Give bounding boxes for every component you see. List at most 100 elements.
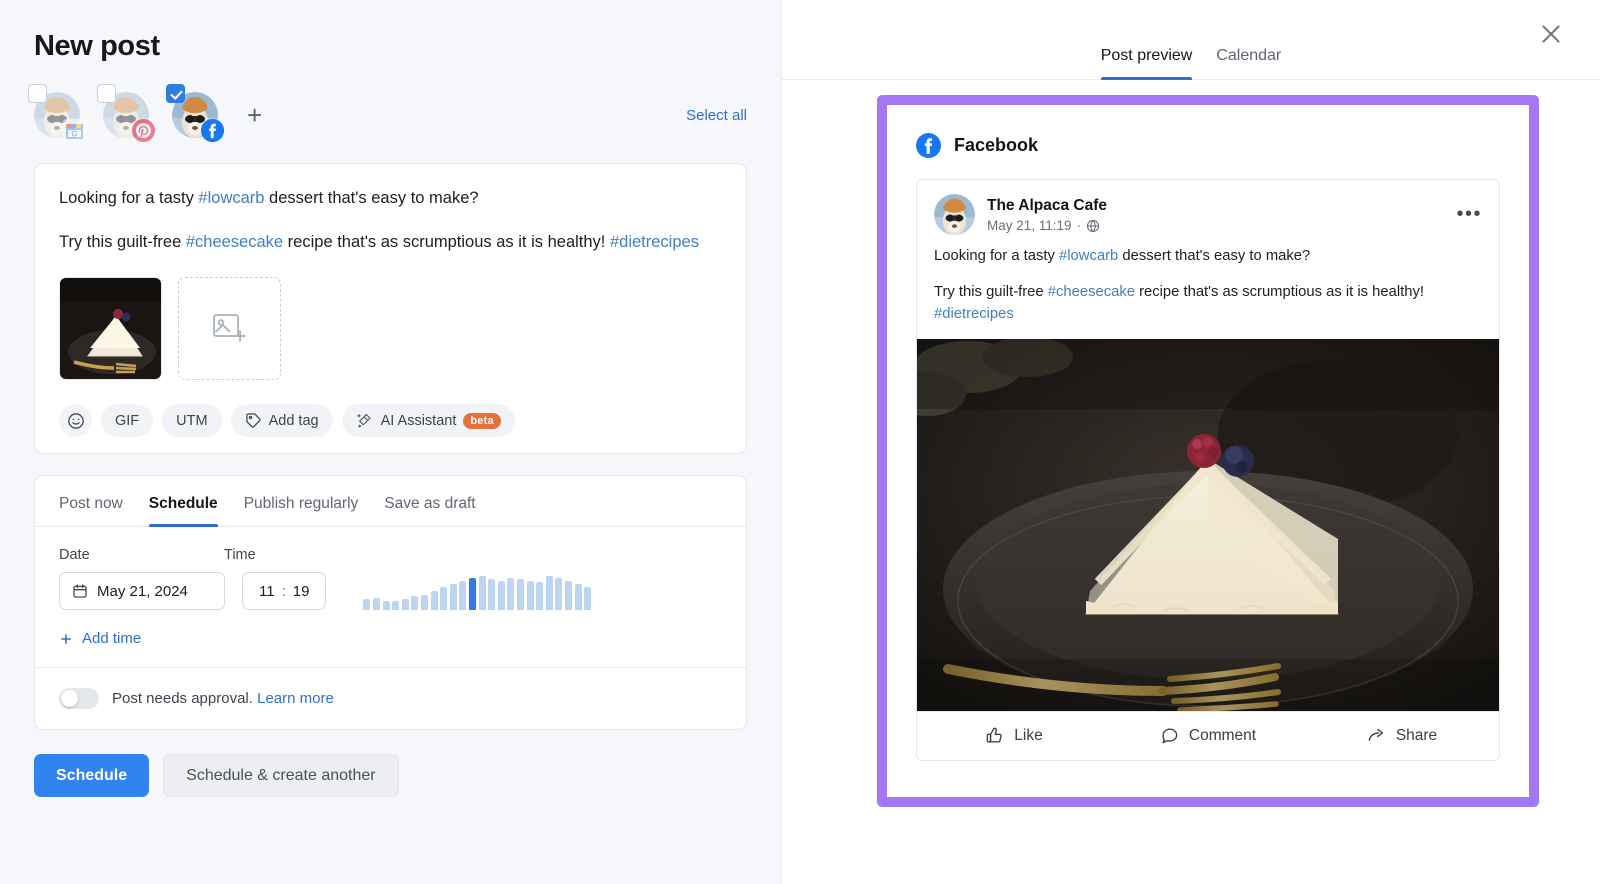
learn-more-link[interactable]: Learn more: [257, 690, 334, 707]
sparkline-bar[interactable]: [411, 596, 418, 610]
tab-post-preview[interactable]: Post preview: [1101, 47, 1193, 79]
profile-item-pinterest[interactable]: [103, 92, 149, 138]
date-input[interactable]: May 21, 2024: [59, 572, 225, 610]
sparkline-bar[interactable]: [421, 595, 428, 610]
composer-panel: New post: [0, 0, 782, 884]
blueberry-garnish: [1222, 445, 1254, 477]
comment-bubble-icon: [1160, 726, 1179, 745]
author-name: The Alpaca Cafe: [987, 196, 1107, 216]
sparkline-bar[interactable]: [431, 591, 438, 610]
text-segment: Looking for a tasty: [59, 189, 198, 207]
sparkline-bar[interactable]: [479, 576, 486, 610]
sparkline-bar[interactable]: [498, 581, 505, 610]
share-label: Share: [1396, 727, 1437, 745]
add-media-button[interactable]: [178, 277, 281, 380]
share-button[interactable]: Share: [1305, 712, 1499, 760]
schedule-create-another-button[interactable]: Schedule & create another: [163, 754, 398, 797]
media-row: [59, 277, 722, 380]
ai-assistant-label: AI Assistant: [381, 413, 457, 429]
tab-save-as-draft[interactable]: Save as draft: [384, 476, 475, 526]
author-avatar: [934, 194, 975, 235]
sparkline-bar[interactable]: [584, 587, 591, 610]
text-segment: dessert that's easy to make?: [264, 189, 478, 207]
tab-post-now[interactable]: Post now: [59, 476, 123, 526]
time-hour[interactable]: 11: [259, 583, 275, 600]
sparkline-bar[interactable]: [565, 581, 572, 610]
media-thumbnail[interactable]: [59, 277, 162, 380]
preview-highlight-frame: Facebook: [877, 95, 1539, 807]
thumbs-up-icon: [985, 726, 1004, 745]
profile-item-facebook[interactable]: [172, 92, 218, 138]
add-time-button[interactable]: Add time: [59, 630, 141, 647]
pinterest-badge: [132, 119, 155, 142]
beta-badge: beta: [463, 413, 500, 429]
utm-button[interactable]: UTM: [162, 404, 221, 437]
sparkline-bar[interactable]: [527, 581, 534, 610]
sparkline-bar[interactable]: [373, 598, 380, 610]
schedule-button[interactable]: Schedule: [34, 754, 149, 797]
post-text-line-2: Try this guilt-free #cheesecake recipe t…: [59, 230, 722, 256]
date-value: May 21, 2024: [97, 583, 188, 600]
schedule-card: Post now Schedule Publish regularly Save…: [34, 475, 747, 730]
tab-publish-regularly[interactable]: Publish regularly: [244, 476, 359, 526]
time-minute[interactable]: 19: [293, 583, 310, 600]
close-button[interactable]: [1538, 21, 1564, 47]
date-label: Date: [59, 547, 224, 563]
best-time-sparkline-chart[interactable]: [363, 572, 591, 610]
time-separator: :: [282, 583, 286, 600]
post-timestamp-row: May 21, 11:19 ·: [987, 218, 1107, 233]
raspberry-garnish: [1187, 434, 1221, 468]
sparkline-bar[interactable]: [536, 582, 543, 610]
add-profile-button[interactable]: +: [247, 102, 262, 128]
profile-checkbox[interactable]: [28, 84, 47, 103]
gif-button[interactable]: GIF: [101, 404, 153, 437]
approval-label: Post needs approval.: [112, 690, 253, 707]
facebook-post-card: The Alpaca Cafe May 21, 11:19 · •••: [916, 179, 1500, 761]
sparkline-bar[interactable]: [507, 578, 514, 610]
sparkline-bar[interactable]: [383, 601, 390, 610]
sparkline-bar[interactable]: [555, 578, 562, 610]
emoji-button[interactable]: [59, 404, 92, 437]
comment-label: Comment: [1189, 727, 1256, 745]
sparkline-bar[interactable]: [363, 599, 370, 610]
magic-wand-icon: [356, 412, 374, 430]
sparkline-bar[interactable]: [469, 578, 476, 610]
like-button[interactable]: Like: [917, 712, 1111, 760]
sparkline-bar[interactable]: [459, 581, 466, 610]
tab-schedule[interactable]: Schedule: [149, 476, 218, 526]
post-menu-button[interactable]: •••: [1456, 203, 1482, 226]
comment-button[interactable]: Comment: [1111, 712, 1305, 760]
preview-line-1: Looking for a tasty #lowcarb dessert tha…: [934, 245, 1482, 267]
ai-assistant-button[interactable]: AI Assistant beta: [342, 404, 515, 437]
hashtag-cheesecake: #cheesecake: [186, 233, 283, 251]
sparkline-bar[interactable]: [402, 599, 409, 610]
add-time-label: Add time: [82, 630, 141, 647]
gif-label: GIF: [115, 413, 139, 429]
profile-checkbox[interactable]: [166, 84, 185, 103]
sparkline-bar[interactable]: [517, 579, 524, 610]
timestamp-separator: ·: [1077, 218, 1082, 233]
tab-calendar[interactable]: Calendar: [1216, 47, 1281, 79]
hashtag-dietrecipes: #dietrecipes: [610, 233, 699, 251]
sparkline-bar[interactable]: [392, 601, 399, 610]
profile-item-google-business[interactable]: G: [34, 92, 80, 138]
post-image: [917, 339, 1499, 711]
hashtag-dietrecipes: #dietrecipes: [934, 306, 1014, 322]
plus-icon: [59, 632, 73, 646]
sparkline-bar[interactable]: [575, 584, 582, 610]
composer-card: Looking for a tasty #lowcarb dessert tha…: [34, 163, 747, 454]
sparkline-bar[interactable]: [450, 584, 457, 610]
sparkline-bar[interactable]: [546, 576, 553, 610]
author-meta: The Alpaca Cafe May 21, 11:19 ·: [987, 196, 1107, 233]
add-tag-button[interactable]: Add tag: [231, 404, 333, 437]
page-title: New post: [34, 30, 747, 63]
sparkline-bar[interactable]: [440, 587, 447, 610]
sparkline-bar[interactable]: [488, 579, 495, 610]
hashtag-lowcarb: #lowcarb: [198, 189, 264, 207]
approval-toggle[interactable]: [59, 688, 99, 709]
time-input[interactable]: 11 : 19: [242, 572, 326, 610]
post-text-area[interactable]: Looking for a tasty #lowcarb dessert tha…: [59, 186, 722, 255]
select-all-link[interactable]: Select all: [686, 107, 747, 124]
profile-checkbox[interactable]: [97, 84, 116, 103]
approval-text: Post needs approval. Learn more: [112, 690, 334, 707]
